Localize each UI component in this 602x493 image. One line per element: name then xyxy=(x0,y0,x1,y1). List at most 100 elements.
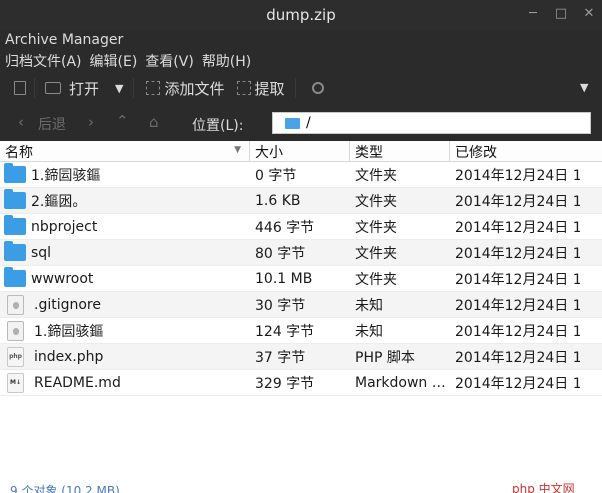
up-arrow-icon[interactable]: ⌃ xyxy=(116,112,129,130)
menu-help[interactable]: 帮助(H) xyxy=(202,51,251,71)
folder-icon xyxy=(4,267,26,287)
table-row[interactable]: .gitignore 30 字节 未知 2014年12月24日 1… xyxy=(0,292,602,318)
add-files-label: 添加文件 xyxy=(164,79,225,98)
extract-archive-icon[interactable] xyxy=(14,81,26,95)
file-size: 1.6 KB xyxy=(255,192,301,209)
open-dropdown-chevron-icon[interactable]: ▼ xyxy=(115,82,123,95)
add-files-icon xyxy=(146,81,161,95)
file-type: PHP 脚本 xyxy=(355,349,415,366)
file-modified: 2014年12月24日 1… xyxy=(455,167,580,184)
table-row[interactable]: 1.鍗囩骇鏂 124 字节 未知 2014年12月24日 1… xyxy=(0,318,602,344)
table-row[interactable]: M↓ README.md 329 字节 Markdown … 2014年12月24… xyxy=(0,370,602,396)
location-label: 位置(L): xyxy=(192,118,244,134)
file-name: README.md xyxy=(34,374,121,391)
file-size: 124 字节 xyxy=(255,323,315,340)
file-type: 未知 xyxy=(355,323,383,340)
toolbar-separator xyxy=(133,78,135,98)
file-modified: 2014年12月24日 1… xyxy=(455,193,580,210)
location-bar: ‹ 后退 › ⌃ ⌂ 位置(L): / xyxy=(0,109,602,137)
open-button[interactable]: 打开 ▼ xyxy=(43,78,123,99)
file-modified: 2014年12月24日 1… xyxy=(455,323,580,340)
file-modified: 2014年12月24日 1… xyxy=(455,297,580,314)
menu-archive[interactable]: 归档文件(A) xyxy=(5,51,82,71)
table-row[interactable]: 1.鍗囩骇鏂 0 字节 文件夹 2014年12月24日 1… xyxy=(0,162,602,188)
folder-icon xyxy=(4,189,26,209)
location-field[interactable]: / xyxy=(272,112,591,134)
file-type: 文件夹 xyxy=(355,167,397,184)
toolbar-separator xyxy=(34,78,35,98)
file-name: index.php xyxy=(34,348,104,365)
file-name: wwwroot xyxy=(31,270,94,287)
file-list: 名称 ▼ 大小 类型 已修改 1.鍗囩骇鏂 0 字节 文件夹 2014年12月2… xyxy=(0,141,602,493)
file-type: 文件夹 xyxy=(355,271,397,288)
file-name: 1.鍗囩骇鏂 xyxy=(34,323,104,340)
file-size: 37 字节 xyxy=(255,349,306,366)
table-row[interactable]: sql 80 字节 文件夹 2014年12月24日 1… xyxy=(0,240,602,266)
menubar: 归档文件(A) 编辑(E) 查看(V) 帮助(H) xyxy=(5,51,251,71)
table-row[interactable]: wwwroot 10.1 MB 文件夹 2014年12月24日 1… xyxy=(0,266,602,292)
file-name: 1.鍗囩骇鏂 xyxy=(31,167,101,184)
open-folder-icon xyxy=(45,82,61,94)
folder-icon xyxy=(285,117,300,129)
file-name: 2.鏂囦。 xyxy=(31,193,87,210)
file-size: 446 字节 xyxy=(255,219,315,236)
file-type: 未知 xyxy=(355,297,383,314)
file-size: 329 字节 xyxy=(255,375,315,392)
window-titlebar: dump.zip ─ □ ✕ xyxy=(0,0,602,30)
file-name: sql xyxy=(31,244,52,261)
table-header: 名称 ▼ 大小 类型 已修改 xyxy=(0,141,602,162)
file-size: 30 字节 xyxy=(255,297,306,314)
column-header-type[interactable]: 类型 xyxy=(350,141,450,162)
column-header-size[interactable]: 大小 xyxy=(250,141,350,162)
back-arrow-icon[interactable]: ‹ xyxy=(18,113,24,131)
column-header-modified[interactable]: 已修改 xyxy=(450,141,602,162)
file-modified: 2014年12月24日 1… xyxy=(455,219,580,236)
menu-view[interactable]: 查看(V) xyxy=(145,51,194,71)
column-header-label: 大小 xyxy=(255,145,283,161)
file-name: nbproject xyxy=(31,218,98,235)
toolbar-separator xyxy=(294,78,296,98)
column-header-label: 类型 xyxy=(355,145,383,161)
forward-arrow-icon[interactable]: › xyxy=(88,113,94,131)
folder-icon xyxy=(4,163,26,183)
app-name: Archive Manager xyxy=(5,32,124,48)
column-header-name[interactable]: 名称 ▼ xyxy=(0,141,250,162)
search-icon[interactable] xyxy=(311,82,324,94)
folder-icon xyxy=(4,241,26,261)
file-type: 文件夹 xyxy=(355,219,397,236)
toolbar-menu-chevron-icon[interactable]: ▼ xyxy=(580,81,588,94)
window-controls: ─ □ ✕ xyxy=(526,6,596,21)
column-header-label: 名称 xyxy=(5,145,33,161)
back-button[interactable]: 后退 xyxy=(38,114,66,134)
extract-button[interactable]: 提取 xyxy=(233,78,285,99)
toolbar: 打开 ▼ 添加文件 提取 ▼ xyxy=(0,74,602,102)
table-row[interactable]: 2.鏂囦。 1.6 KB 文件夹 2014年12月24日 1… xyxy=(0,188,602,214)
file-type: Markdown … xyxy=(355,374,446,391)
php-file-icon: php xyxy=(7,346,24,367)
file-modified: 2014年12月24日 1… xyxy=(455,375,580,392)
markdown-file-icon: M↓ xyxy=(7,372,24,393)
home-icon[interactable]: ⌂ xyxy=(149,113,159,131)
location-path: / xyxy=(306,115,311,131)
minimize-icon[interactable]: ─ xyxy=(526,6,540,21)
watermark: php 中文网 xyxy=(512,482,575,493)
extract-label: 提取 xyxy=(254,79,285,98)
maximize-icon[interactable]: □ xyxy=(554,6,568,21)
add-files-button[interactable]: 添加文件 xyxy=(142,78,225,99)
file-type: 文件夹 xyxy=(355,245,397,262)
table-row[interactable]: nbproject 446 字节 文件夹 2014年12月24日 1… xyxy=(0,214,602,240)
sort-arrow-icon: ▼ xyxy=(234,145,241,155)
window-title: dump.zip xyxy=(266,6,336,24)
table-row[interactable]: php index.php 37 字节 PHP 脚本 2014年12月24日 1… xyxy=(0,344,602,370)
file-size: 10.1 MB xyxy=(255,270,313,287)
menu-edit[interactable]: 编辑(E) xyxy=(90,51,138,71)
extract-icon xyxy=(236,81,251,95)
close-icon[interactable]: ✕ xyxy=(582,6,596,21)
file-name: .gitignore xyxy=(34,296,101,313)
file-modified: 2014年12月24日 1… xyxy=(455,271,580,288)
column-header-label: 已修改 xyxy=(455,145,497,161)
unknown-file-icon xyxy=(7,320,24,341)
file-size: 0 字节 xyxy=(255,167,297,184)
file-modified: 2014年12月24日 1… xyxy=(455,245,580,262)
folder-icon xyxy=(4,215,26,235)
